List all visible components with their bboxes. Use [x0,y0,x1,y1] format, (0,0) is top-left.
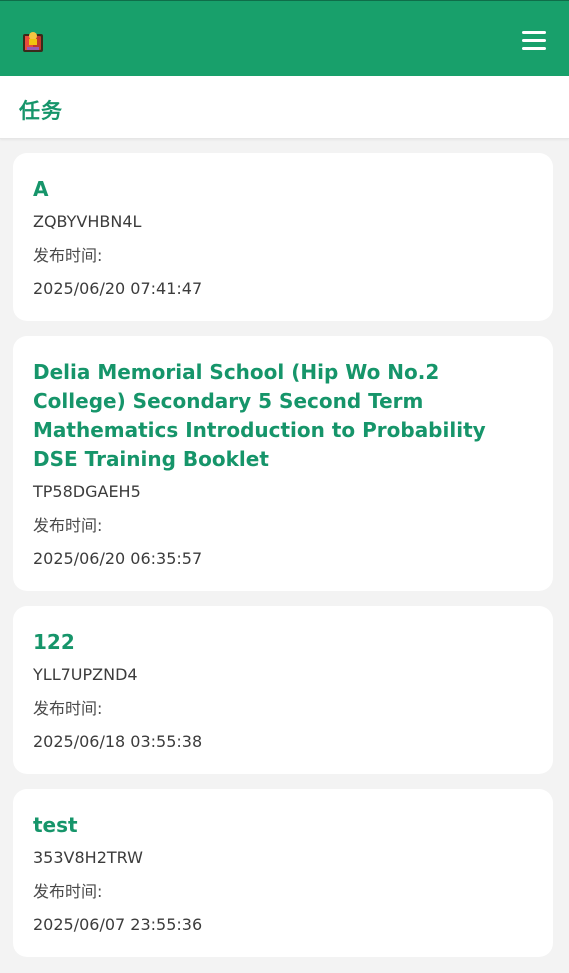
task-card[interactable]: Delia Memorial School (Hip Wo No.2 Colle… [13,336,553,591]
task-code: TP58DGAEH5 [33,482,141,501]
task-code: ZQBYVHBN4L [33,212,142,231]
task-time-label: 发布时间: [33,699,103,718]
task-time: 2025/06/20 06:35:57 [33,549,203,568]
task-time: 2025/06/20 07:41:47 [33,279,203,298]
task-time-label: 发布时间: [33,882,103,901]
task-title[interactable]: Delia Memorial School (Hip Wo No.2 Colle… [33,358,533,474]
task-time: 2025/06/07 23:55:36 [33,915,203,934]
task-time-label: 发布时间: [33,516,103,535]
task-card[interactable]: test 353V8H2TRW 发布时间: 2025/06/07 23:55:3… [13,789,553,957]
page-header: 任务 [0,76,569,139]
hamburger-menu-icon[interactable] [521,27,547,53]
task-card[interactable]: A ZQBYVHBN4L 发布时间: 2025/06/20 07:41:47 [13,153,553,321]
top-navbar [0,0,569,76]
task-code: YLL7UPZND4 [33,665,138,684]
menu-line [522,39,546,42]
menu-line [522,47,546,50]
task-title[interactable]: test [33,811,533,840]
task-title[interactable]: 122 [33,628,533,657]
task-list: A ZQBYVHBN4L 发布时间: 2025/06/20 07:41:47 D… [13,153,553,972]
task-title[interactable]: A [33,175,533,204]
task-time-label: 发布时间: [33,246,103,265]
task-card[interactable]: 122 YLL7UPZND4 发布时间: 2025/06/18 03:55:38 [13,606,553,774]
page-title: 任务 [19,99,63,123]
task-time: 2025/06/18 03:55:38 [33,732,203,751]
app-logo-icon[interactable] [22,30,44,54]
task-code: 353V8H2TRW [33,848,143,867]
menu-line [522,31,546,34]
